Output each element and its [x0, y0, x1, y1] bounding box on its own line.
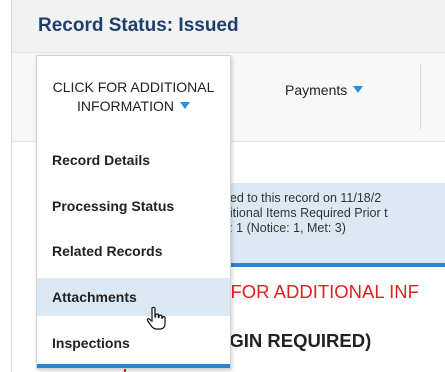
menu-item-label: Processing Status	[52, 198, 175, 214]
toggle-label-line2: INFORMATION	[77, 98, 174, 114]
left-gutter	[0, 0, 12, 372]
menu-item-label: Record Details	[52, 152, 151, 168]
login-required-heading: OGIN REQUIRED)	[215, 330, 372, 351]
additional-info-dropdown: CLICK FOR ADDITIONAL INFORMATION Record …	[36, 55, 231, 369]
menu-item-label: Inspections	[52, 335, 130, 351]
page-title: Record Status: Issued	[38, 15, 239, 36]
menu-item-processing-status[interactable]: Processing Status	[37, 187, 230, 225]
toggle-label-line1: CLICK FOR ADDITIONAL	[52, 79, 215, 95]
menu-item-attachments[interactable]: Attachments	[37, 278, 230, 316]
menu-item-inspections[interactable]: Inspections	[37, 324, 230, 362]
banner-line: dditional Items Required Prior t	[216, 206, 388, 220]
tab-payments[interactable]: Payments	[285, 82, 364, 98]
caret-down-icon	[179, 102, 190, 109]
caret-down-icon	[353, 86, 364, 93]
banner-line: ns: 1 (Notice: 1, Met: 3)	[216, 221, 346, 235]
tab-divider	[420, 64, 421, 130]
info-banner: dded to this record on 11/18/2 dditional…	[210, 183, 445, 267]
menu-item-label: Attachments	[52, 289, 137, 305]
menu-item-related-records[interactable]: Related Records	[37, 232, 230, 270]
hand-pointer-icon	[146, 306, 166, 330]
banner-line: dded to this record on 11/18/2	[216, 191, 382, 205]
additional-info-toggle[interactable]: CLICK FOR ADDITIONAL INFORMATION	[37, 78, 230, 116]
tab-payments-label: Payments	[285, 82, 348, 98]
menu-item-label: Related Records	[52, 243, 163, 259]
menu-item-record-details[interactable]: Record Details	[37, 141, 230, 179]
dropdown-bottom-border	[37, 364, 230, 368]
record-header: Record Status: Issued	[12, 0, 445, 53]
additional-info-link[interactable]: K FOR ADDITIONAL INF	[213, 281, 419, 303]
